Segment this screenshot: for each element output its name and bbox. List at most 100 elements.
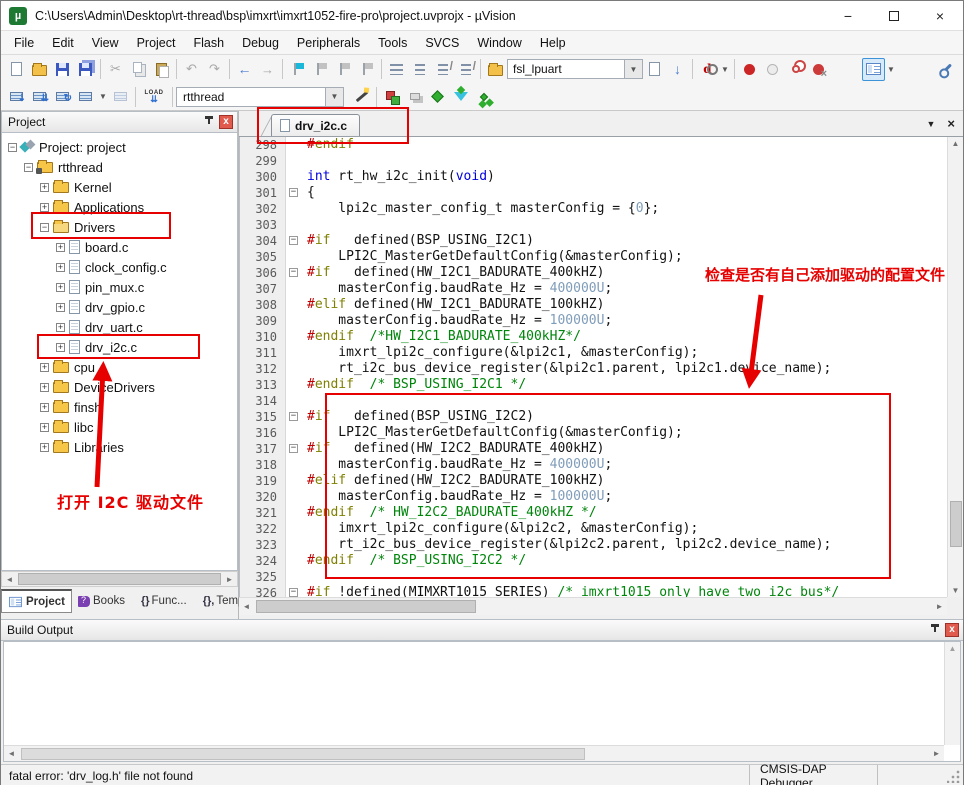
tree-item-cpu[interactable]: +cpu [2,357,237,377]
kill-all-breakpoints-button[interactable] [807,58,830,81]
open-file-button[interactable] [28,58,51,81]
scroll-up-icon[interactable]: ▲ [948,139,963,148]
expander-icon[interactable]: + [56,323,65,332]
paste-button[interactable] [150,58,173,81]
expander-icon[interactable]: + [56,283,65,292]
expander-icon[interactable]: + [56,343,65,352]
quick-find-button[interactable]: d [696,58,719,81]
fold-toggle-icon[interactable]: − [289,588,298,597]
menu-item-edit[interactable]: Edit [43,33,83,53]
tree-item-board-c[interactable]: +board.c [2,237,237,257]
search-input[interactable] [507,59,625,79]
quick-find-dropdown[interactable]: ▼ [719,65,731,74]
project-panel-close[interactable]: x [219,115,233,129]
bookmark-toggle-button[interactable] [286,58,309,81]
minimize-button[interactable]: − [825,1,871,31]
code-editor[interactable]: 298#endif299300int rt_hw_i2c_init(void)3… [239,137,947,597]
expander-icon[interactable]: + [40,363,49,372]
manage-project-items-button[interactable] [380,85,403,108]
resize-grip[interactable] [947,769,961,783]
tab-list-dropdown[interactable]: ▼ [926,119,935,129]
tree-item-drv-uart-c[interactable]: +drv_uart.c [2,317,237,337]
menu-item-debug[interactable]: Debug [233,33,288,53]
save-button[interactable] [51,58,74,81]
tree-item-libc[interactable]: +libc [2,417,237,437]
toggle-breakpoint-button[interactable] [738,58,761,81]
tree-item-applications[interactable]: +Applications [2,197,237,217]
indent-button[interactable] [385,58,408,81]
expander-icon[interactable]: − [24,163,33,172]
menu-item-flash[interactable]: Flash [184,33,233,53]
tree-item-project-project[interactable]: −Project: project [2,137,237,157]
maximize-button[interactable] [871,1,917,31]
tree-item-drv-i2c-c[interactable]: +drv_i2c.c [2,337,237,357]
expander-icon[interactable]: + [40,383,49,392]
close-document-button[interactable]: × [947,116,955,131]
scroll-up-icon[interactable]: ▲ [945,644,960,653]
manage-rte-button[interactable] [426,85,449,108]
editor-tab-drv-i2c[interactable]: drv_i2c.c [271,114,360,136]
scroll-right-icon[interactable]: ► [932,602,947,611]
fold-toggle-icon[interactable]: − [289,268,298,277]
pin-icon[interactable] [203,116,215,128]
scroll-left-icon[interactable]: ◄ [239,602,254,611]
navigate-back-button[interactable]: ← [233,58,256,81]
expander-icon[interactable]: + [40,183,49,192]
find-in-document-button[interactable] [643,58,666,81]
expander-icon[interactable]: − [8,143,17,152]
scroll-thumb[interactable] [21,748,585,760]
uncomment-button[interactable] [454,58,477,81]
build-output-hscrollbar[interactable]: ◄ ► [4,745,944,761]
stop-build-button[interactable] [109,85,132,108]
new-file-button[interactable] [5,58,28,81]
tree-item-pin-mux-c[interactable]: +pin_mux.c [2,277,237,297]
menu-item-view[interactable]: View [83,33,128,53]
enable-breakpoint-button[interactable] [761,58,784,81]
bookmark-next-button[interactable] [332,58,355,81]
search-dropdown-button[interactable]: ▼ [625,59,643,79]
scroll-right-icon[interactable]: ► [222,575,237,584]
scroll-left-icon[interactable]: ◄ [2,575,17,584]
cut-button[interactable]: ✂ [104,58,127,81]
comment-button[interactable] [431,58,454,81]
editor-vscrollbar[interactable]: ▲ ▼ [947,137,963,597]
navigate-forward-button[interactable]: → [256,58,279,81]
build-button[interactable]: ⇊ [28,85,51,108]
bookmark-prev-button[interactable] [309,58,332,81]
build-output-close[interactable]: x [945,623,959,637]
disable-all-breakpoints-button[interactable] [784,58,807,81]
pin-icon[interactable] [929,624,941,636]
close-button[interactable]: × [917,1,963,31]
panel-tab-books[interactable]: Books [72,589,131,613]
fold-toggle-icon[interactable]: − [289,188,298,197]
download-button[interactable]: LOAD⇊ [139,85,169,108]
translate-button[interactable]: ⇣ [5,85,28,108]
tree-item-drivers[interactable]: −Drivers [2,217,237,237]
options-for-target-button[interactable] [350,85,373,108]
expander-icon[interactable]: + [40,423,49,432]
menu-item-svcs[interactable]: SVCS [416,33,468,53]
expander-icon[interactable]: + [56,263,65,272]
expander-icon[interactable]: + [40,443,49,452]
expander-icon[interactable]: + [40,403,49,412]
editor-hscrollbar[interactable]: ◄ ► [239,597,947,615]
find-in-files-button[interactable] [484,58,507,81]
expander-icon[interactable]: + [56,303,65,312]
build-output-content[interactable]: ▲ ◄ ► [3,641,961,762]
copy-button[interactable] [127,58,150,81]
tree-item-finsh[interactable]: +finsh [2,397,237,417]
expander-icon[interactable]: + [40,203,49,212]
select-packs-button[interactable] [449,85,472,108]
expander-icon[interactable]: + [56,243,65,252]
menu-item-project[interactable]: Project [128,33,185,53]
tree-item-clock-config-c[interactable]: +clock_config.c [2,257,237,277]
manage-books-button[interactable] [403,85,426,108]
menu-item-file[interactable]: File [5,33,43,53]
redo-button[interactable]: ↷ [203,58,226,81]
bookmark-clear-button[interactable] [355,58,378,81]
batch-build-button[interactable] [74,85,97,108]
window-views-dropdown[interactable]: ▼ [885,65,897,74]
scroll-right-icon[interactable]: ► [929,749,944,758]
menu-item-help[interactable]: Help [531,33,575,53]
panel-tab-func[interactable]: {}Func... [135,589,193,613]
